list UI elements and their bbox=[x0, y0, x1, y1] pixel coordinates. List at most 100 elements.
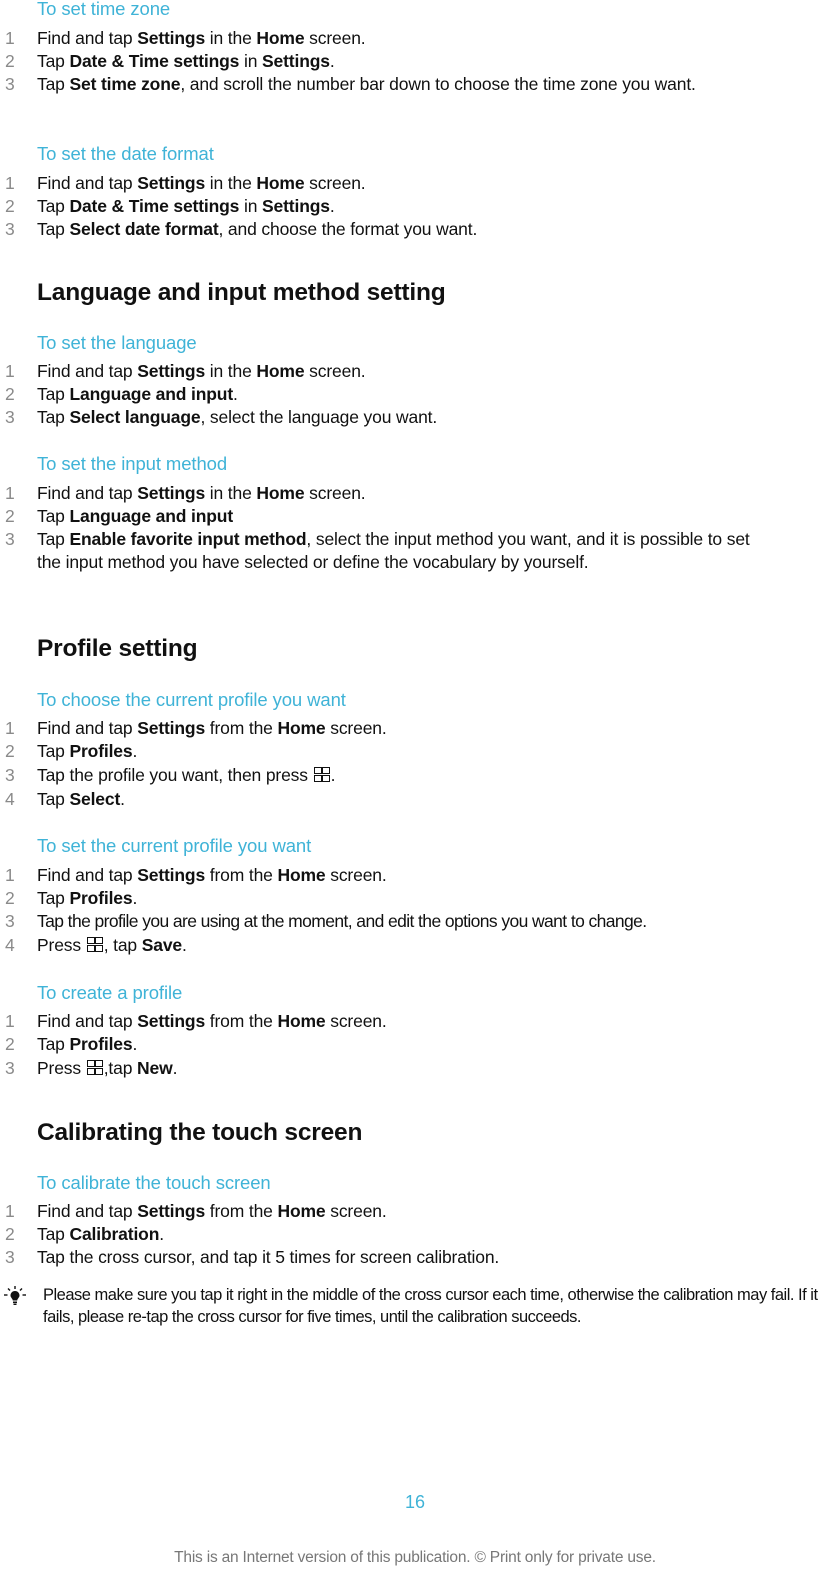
step-number: 3 bbox=[5, 74, 15, 94]
step-text-run: . bbox=[172, 1058, 178, 1078]
step-text: Find and tap Settings from the Home scre… bbox=[37, 1010, 777, 1033]
step-text-run: . bbox=[182, 935, 187, 955]
step-text: Find and tap Settings in the Home screen… bbox=[37, 482, 777, 505]
heading-calibrating-touch-screen: Calibrating the touch screen bbox=[37, 1119, 363, 1146]
step-number: 1 bbox=[5, 173, 15, 193]
step-text-run: , tap bbox=[103, 935, 142, 955]
step-text-run: . bbox=[329, 51, 335, 71]
heading-profile-setting: Profile setting bbox=[37, 635, 198, 662]
step-text-run: in the bbox=[205, 361, 257, 381]
step-text-run: Find and tap bbox=[37, 718, 138, 738]
step-number: 2 bbox=[5, 196, 15, 216]
step-text-run: screen. bbox=[304, 361, 366, 381]
step-number: 1 bbox=[5, 1011, 15, 1031]
step-text-run: Tap bbox=[37, 1034, 70, 1054]
step-number: 4 bbox=[5, 935, 15, 955]
step-number: 1 bbox=[5, 28, 15, 48]
ui-term: Settings bbox=[137, 865, 206, 885]
step-number: 2 bbox=[5, 384, 15, 404]
subheading-set-time-zone: To set time zone bbox=[37, 0, 171, 19]
step-text: Tap the profile you want, then press . bbox=[37, 764, 777, 787]
heading-language-input: Language and input method setting bbox=[37, 279, 446, 306]
step-text: Tap Date & Time settings in Settings. bbox=[37, 195, 777, 218]
step-text: Tap Select. bbox=[37, 788, 777, 811]
ui-term: Home bbox=[277, 1201, 326, 1221]
step-text-run: Find and tap bbox=[37, 173, 138, 193]
subheading-set-date-format: To set the date format bbox=[37, 143, 214, 164]
step-number: 3 bbox=[5, 219, 15, 239]
page-number: 16 bbox=[404, 1492, 426, 1512]
ui-term: Home bbox=[277, 865, 326, 885]
ui-term: Language and input bbox=[69, 384, 234, 404]
subheading-calibrate-touch-screen: To calibrate the touch screen bbox=[37, 1172, 271, 1193]
step-text-run: , and choose the format you want. bbox=[218, 219, 478, 239]
step-text-run: in bbox=[239, 196, 263, 216]
ui-term: Settings bbox=[262, 51, 330, 71]
step-text: Tap Select language, select the language… bbox=[37, 406, 777, 429]
tip-text: Please make sure you tap it right in the… bbox=[43, 1286, 818, 1326]
ui-term: New bbox=[137, 1058, 173, 1078]
step-text-run: Tap the profile you want, then press bbox=[37, 765, 313, 785]
ui-term: Date & Time settings bbox=[69, 196, 240, 216]
step-text: Tap Set time zone, and scroll the number… bbox=[37, 73, 777, 96]
step-text: Tap Language and input. bbox=[37, 383, 777, 406]
menu-icon bbox=[86, 1060, 103, 1076]
step-number: 1 bbox=[5, 718, 15, 738]
ui-term: Date & Time settings bbox=[69, 51, 240, 71]
step-text-run: screen. bbox=[325, 1011, 387, 1031]
step-number: 2 bbox=[5, 51, 15, 71]
step-text-run: from the bbox=[205, 1011, 278, 1031]
ui-term: Settings bbox=[137, 361, 206, 381]
step-text: Tap Calibration. bbox=[37, 1223, 777, 1246]
step-text-run: Find and tap bbox=[37, 28, 138, 48]
step-text: Find and tap Settings from the Home scre… bbox=[37, 1200, 777, 1223]
step-number: 3 bbox=[5, 407, 15, 427]
step-text-run: . bbox=[330, 765, 336, 785]
subheading-set-current-profile: To set the current profile you want bbox=[37, 835, 312, 856]
step-text-run: Tap bbox=[37, 196, 70, 216]
step-text-run: , select the language you want. bbox=[200, 407, 438, 427]
ui-term: Profiles bbox=[69, 1034, 133, 1054]
step-text-run: from the bbox=[205, 1201, 278, 1221]
step-text-run: Tap bbox=[37, 1224, 70, 1244]
step-text-run: ,tap bbox=[103, 1058, 138, 1078]
step-text-run: screen. bbox=[325, 718, 387, 738]
menu-icon bbox=[86, 937, 103, 953]
step-text-run: screen. bbox=[325, 1201, 387, 1221]
step-number: 2 bbox=[5, 506, 15, 526]
step-number: 3 bbox=[5, 1058, 15, 1078]
ui-term: Settings bbox=[137, 483, 206, 503]
step-text-run: Tap bbox=[37, 789, 70, 809]
step-text-run: . bbox=[329, 196, 335, 216]
step-text-run: in the bbox=[205, 28, 257, 48]
step-number: 1 bbox=[5, 865, 15, 885]
ui-term: Settings bbox=[137, 1011, 206, 1031]
step-text-run: screen. bbox=[304, 483, 366, 503]
step-text-run: Find and tap bbox=[37, 1011, 138, 1031]
step-text: Tap Profiles. bbox=[37, 740, 777, 763]
ui-term: Profiles bbox=[69, 741, 133, 761]
step-text-run: in bbox=[239, 51, 263, 71]
step-text-run: Tap bbox=[37, 529, 70, 549]
step-text: Tap the cross cursor, and tap it 5 times… bbox=[37, 1246, 777, 1269]
step-number: 2 bbox=[5, 741, 15, 761]
step-text: Find and tap Settings in the Home screen… bbox=[37, 360, 777, 383]
step-text-run: in the bbox=[205, 173, 257, 193]
step-text-run: . bbox=[132, 1034, 138, 1054]
step-text: Find and tap Settings in the Home screen… bbox=[37, 27, 777, 50]
ui-term: Select language bbox=[69, 407, 201, 427]
step-text-run: Tap bbox=[37, 384, 70, 404]
ui-term: Home bbox=[256, 28, 305, 48]
step-number: 3 bbox=[5, 529, 15, 549]
step-text-run: . bbox=[132, 888, 138, 908]
ui-term: Home bbox=[256, 483, 305, 503]
step-text-run: Tap bbox=[37, 407, 70, 427]
ui-term: Save bbox=[141, 935, 182, 955]
step-number: 1 bbox=[5, 1201, 15, 1221]
step-text-run: screen. bbox=[304, 173, 366, 193]
step-number: 4 bbox=[5, 789, 15, 809]
step-text: Find and tap Settings from the Home scre… bbox=[37, 864, 777, 887]
step-text: Tap Date & Time settings in Settings. bbox=[37, 50, 777, 73]
step-text-run: Find and tap bbox=[37, 1201, 138, 1221]
step-text-run: Tap the profile you are using at the mom… bbox=[37, 911, 647, 931]
